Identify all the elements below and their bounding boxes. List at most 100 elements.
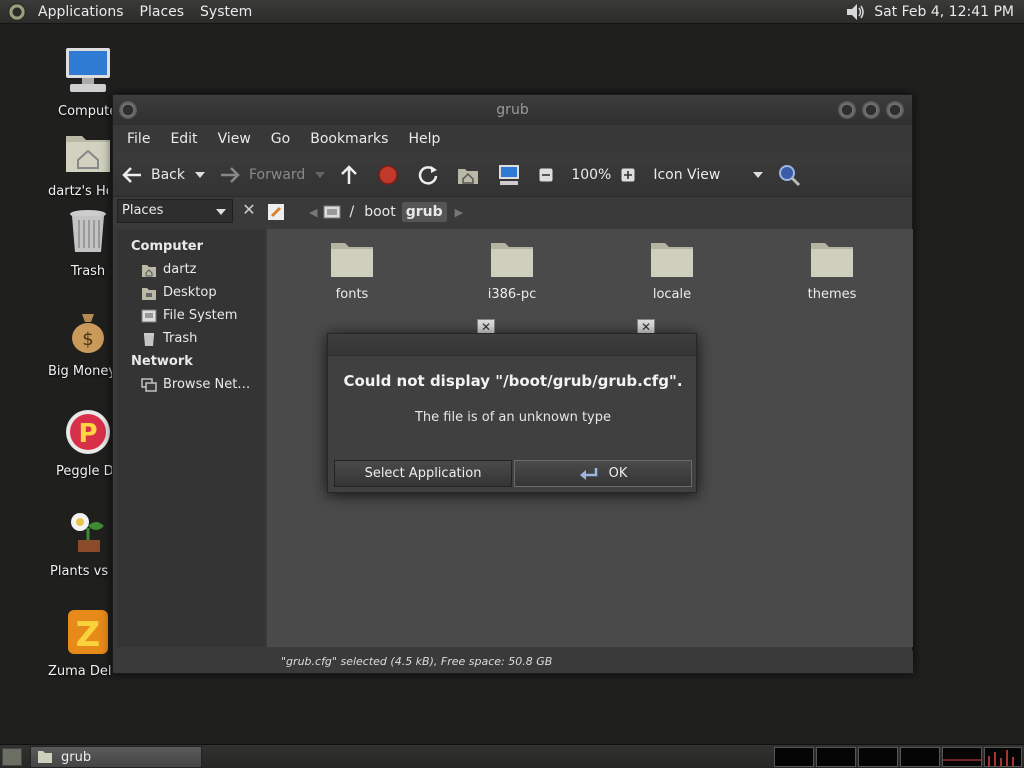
path-scroll-left-icon[interactable]: ◀ bbox=[309, 206, 317, 219]
reload-button[interactable] bbox=[417, 164, 447, 186]
load-activity-graph bbox=[988, 750, 1014, 766]
top-menu: Applications Places System bbox=[30, 0, 260, 24]
folder-icon bbox=[331, 243, 373, 277]
desktop-icon-label: Peggle Deluxe bbox=[56, 464, 120, 479]
trash-icon bbox=[70, 210, 106, 252]
sidebar-heading-network: Network bbox=[131, 354, 193, 369]
zoom-out-button[interactable] bbox=[539, 168, 561, 182]
maximize-button[interactable] bbox=[862, 101, 880, 119]
zuma-icon: Z bbox=[68, 610, 108, 655]
taskbar-item-grub[interactable]: grub bbox=[30, 746, 202, 768]
up-button[interactable] bbox=[339, 164, 367, 186]
path-scroll-right-icon[interactable]: ▶ bbox=[455, 206, 463, 219]
sidebar-item-label: dartz bbox=[163, 262, 197, 277]
search-button[interactable] bbox=[777, 163, 809, 187]
minimize-button[interactable] bbox=[838, 101, 856, 119]
ok-button[interactable]: OK bbox=[514, 460, 692, 487]
top-right-tray: Sat Feb 4, 12:41 PM bbox=[844, 0, 1014, 24]
sidebar-selector[interactable]: Places bbox=[117, 199, 233, 223]
desktop-icon-label: Zuma Deluxe bbox=[48, 664, 112, 679]
plants-icon bbox=[71, 513, 104, 552]
dialog-primary-text: Could not display "/boot/grub/grub.cfg". bbox=[343, 372, 683, 390]
folder-icon bbox=[491, 243, 533, 277]
menu-edit[interactable]: Edit bbox=[160, 131, 207, 147]
sidebar-item-trash[interactable]: Trash bbox=[117, 327, 265, 350]
crumb-grub[interactable]: grub bbox=[401, 202, 447, 222]
menu-help[interactable]: Help bbox=[398, 131, 450, 147]
menu-bookmarks[interactable]: Bookmarks bbox=[300, 131, 398, 147]
sidebar-item-dartz[interactable]: dartz bbox=[117, 258, 265, 281]
top-panel: Applications Places System Sat Feb 4, 12… bbox=[0, 0, 1024, 24]
computer-button[interactable] bbox=[497, 164, 529, 186]
applications-menu[interactable]: Applications bbox=[30, 0, 132, 24]
status-bar: "grub.cfg" selected (4.5 kB), Free space… bbox=[267, 651, 913, 673]
home-button[interactable] bbox=[457, 165, 487, 185]
edit-location-icon[interactable] bbox=[267, 203, 285, 221]
network-icon bbox=[141, 377, 157, 392]
filesystem-icon bbox=[141, 309, 157, 322]
menu-go[interactable]: Go bbox=[261, 131, 300, 147]
menu-file[interactable]: File bbox=[117, 131, 160, 147]
select-application-button[interactable]: Select Application bbox=[334, 460, 512, 487]
back-button[interactable]: Back bbox=[121, 165, 185, 185]
folder-name: i386-pc bbox=[487, 287, 537, 302]
distro-logo-icon[interactable] bbox=[8, 2, 26, 21]
stop-button[interactable] bbox=[377, 164, 407, 186]
enter-icon bbox=[579, 467, 597, 480]
crumb-root[interactable]: / bbox=[345, 202, 358, 222]
places-menu[interactable]: Places bbox=[132, 0, 193, 24]
folder-name: fonts bbox=[335, 287, 369, 302]
system-monitor-graph[interactable] bbox=[774, 747, 814, 767]
forward-history-dropdown[interactable] bbox=[315, 171, 326, 178]
desktop-icon-label: Computer bbox=[58, 104, 118, 119]
home-icon bbox=[458, 168, 479, 184]
system-menu[interactable]: System bbox=[192, 0, 260, 24]
home-folder-icon bbox=[66, 136, 110, 172]
sidebar-item-label: Browse Net… bbox=[163, 377, 251, 392]
dialog-secondary-text: The file is of an unknown type bbox=[414, 410, 611, 425]
close-button[interactable] bbox=[886, 101, 904, 119]
forward-label: Forward bbox=[249, 166, 306, 183]
show-desktop-button[interactable] bbox=[2, 748, 22, 766]
filesystem-drive-icon[interactable] bbox=[323, 205, 341, 219]
sidebar-item-label: File System bbox=[163, 308, 238, 323]
folder-item-fonts[interactable]: fonts bbox=[292, 239, 412, 302]
zoom-out-icon bbox=[539, 168, 553, 181]
system-monitor-graph[interactable] bbox=[900, 747, 940, 767]
zoom-level[interactable]: 100% bbox=[571, 167, 611, 183]
sidebar-item-filesystem[interactable]: File System bbox=[117, 304, 265, 327]
back-label: Back bbox=[151, 166, 185, 183]
crumb-boot[interactable]: boot bbox=[360, 202, 400, 222]
dialog-titlebar[interactable] bbox=[328, 334, 696, 356]
back-history-dropdown[interactable] bbox=[195, 171, 205, 178]
peggle-icon: P bbox=[66, 410, 110, 454]
menubar: File Edit View Go Bookmarks Help bbox=[113, 125, 912, 153]
bottom-panel: grub bbox=[0, 744, 1024, 768]
system-monitor-graph[interactable] bbox=[858, 747, 898, 767]
system-monitor-graph[interactable] bbox=[984, 747, 1022, 767]
window-menu-button[interactable] bbox=[119, 101, 137, 119]
system-monitor-graph[interactable] bbox=[816, 747, 856, 767]
sidebar-header: Places ✕ bbox=[117, 199, 261, 223]
clock[interactable]: Sat Feb 4, 12:41 PM bbox=[874, 4, 1014, 20]
sidebar-item-label: Trash bbox=[163, 331, 198, 346]
close-sidebar-icon[interactable]: ✕ bbox=[237, 199, 261, 223]
view-mode-dropdown[interactable] bbox=[753, 171, 764, 178]
zoom-in-button[interactable] bbox=[621, 168, 643, 182]
svg-text:Z: Z bbox=[76, 615, 101, 655]
svg-text:$: $ bbox=[82, 329, 93, 350]
sidebar-item-browse-network[interactable]: Browse Net… bbox=[117, 373, 265, 396]
reload-icon bbox=[419, 165, 438, 185]
system-monitor-graph[interactable] bbox=[942, 747, 982, 767]
view-mode-select[interactable]: Icon View bbox=[653, 167, 743, 183]
menu-view[interactable]: View bbox=[208, 131, 261, 147]
folder-item-themes[interactable]: themes bbox=[772, 239, 892, 302]
desktop-icon-label: dartz's Home bbox=[48, 184, 108, 199]
folder-item-i386-pc[interactable]: i386-pc bbox=[452, 239, 572, 302]
sidebar-item-desktop[interactable]: Desktop bbox=[117, 281, 265, 304]
window-titlebar[interactable]: grub bbox=[113, 95, 912, 125]
volume-icon[interactable] bbox=[844, 1, 866, 23]
forward-button[interactable]: Forward bbox=[219, 165, 305, 185]
sidebar-selector-label: Places bbox=[122, 203, 164, 218]
folder-item-locale[interactable]: locale bbox=[612, 239, 732, 302]
